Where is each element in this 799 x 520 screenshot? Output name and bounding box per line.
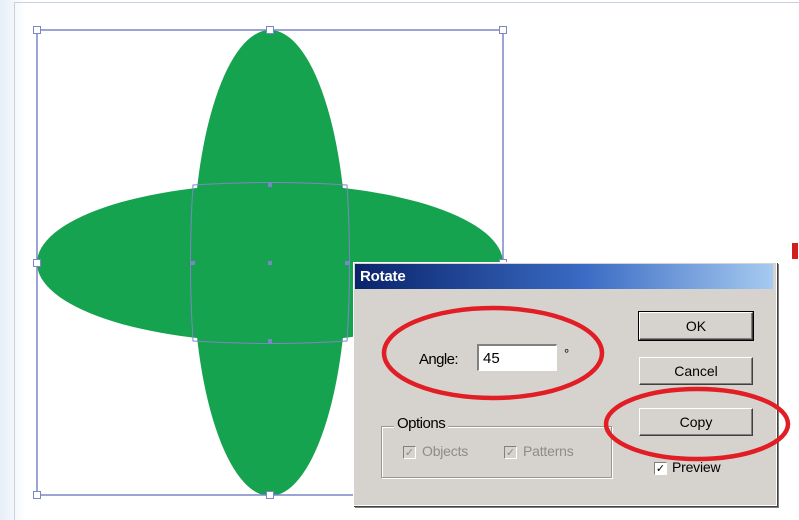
anchor-point — [345, 261, 349, 265]
cancel-button[interactable]: Cancel — [639, 357, 753, 385]
anchor-point — [268, 183, 272, 187]
patterns-checkbox-label: Patterns — [523, 443, 574, 459]
rotate-dialog: Rotate Angle: ° Options ✓ Objects ✓ Patt… — [353, 262, 777, 506]
degree-symbol: ° — [564, 346, 570, 361]
resize-handle[interactable] — [33, 259, 41, 267]
anchor-point — [191, 261, 195, 265]
objects-checkbox[interactable]: ✓ — [403, 446, 416, 459]
resize-handle[interactable] — [33, 26, 41, 34]
options-legend: Options — [394, 415, 449, 432]
anchor-point — [268, 339, 272, 343]
dialog-title: Rotate — [360, 268, 406, 285]
patterns-checkbox[interactable]: ✓ — [504, 446, 517, 459]
preview-checkbox[interactable]: ✓ — [654, 462, 667, 475]
resize-handle[interactable] — [266, 26, 274, 34]
objects-checkbox-label: Objects — [422, 443, 469, 459]
angle-label: Angle: — [419, 351, 459, 368]
resize-handle[interactable] — [266, 491, 274, 499]
dialog-titlebar[interactable]: Rotate — [355, 264, 773, 289]
preview-checkbox-label: Preview — [672, 459, 721, 475]
copy-button[interactable]: Copy — [639, 408, 753, 436]
anchor-point — [268, 261, 272, 265]
resize-handle[interactable] — [499, 26, 507, 34]
angle-input[interactable] — [477, 344, 557, 371]
resize-handle[interactable] — [33, 491, 41, 499]
ok-button[interactable]: OK — [638, 311, 754, 341]
canvas: Rotate Angle: ° Options ✓ Objects ✓ Patt… — [0, 0, 799, 520]
red-indicator-mark — [792, 243, 798, 259]
